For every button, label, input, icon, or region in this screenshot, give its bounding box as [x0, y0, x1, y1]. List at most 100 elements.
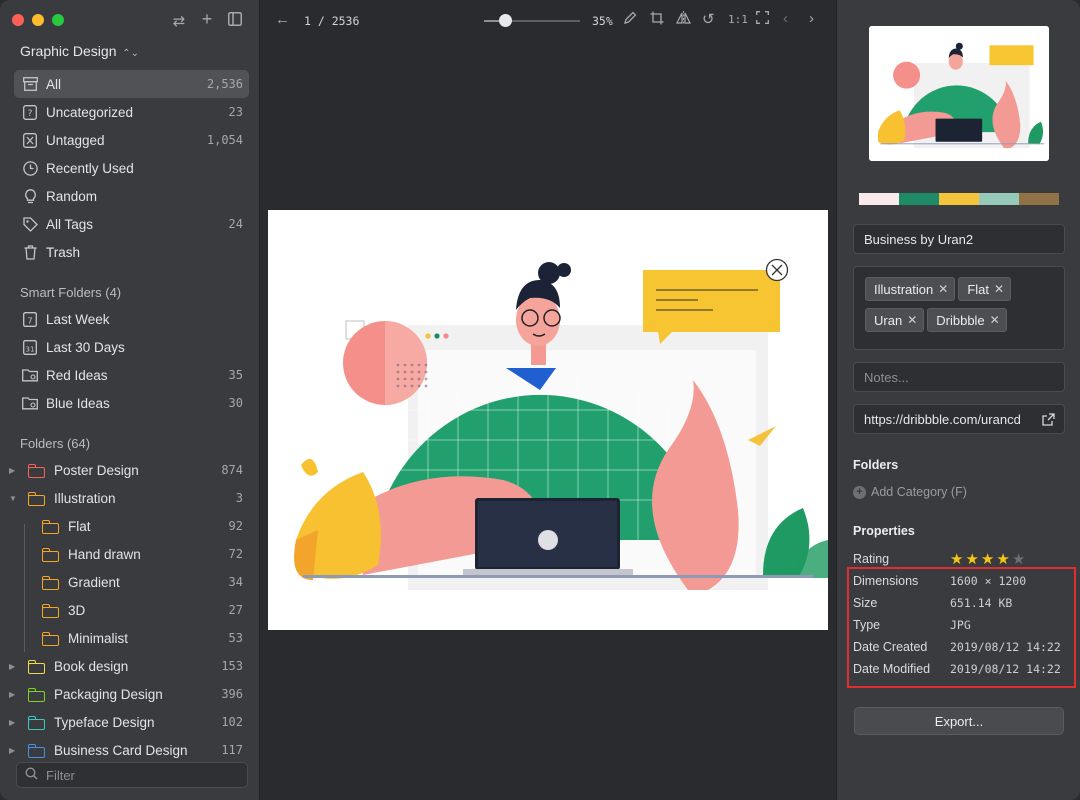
library-name: Graphic Design — [20, 43, 117, 59]
title-value: Business by Uran2 — [864, 231, 974, 247]
library-item-label: Untagged — [46, 132, 105, 148]
tag-chip[interactable]: Dribbble ✕ — [927, 308, 1007, 332]
close-icon[interactable]: ✕ — [907, 313, 917, 327]
export-label: Export... — [934, 713, 984, 729]
illustration-business — [294, 258, 828, 590]
notes-field[interactable]: Notes... — [853, 362, 1065, 392]
flip-icon[interactable] — [676, 11, 691, 28]
palette-swatch[interactable] — [939, 193, 979, 205]
palette-swatch[interactable] — [1019, 193, 1059, 205]
minimize-window-button[interactable] — [32, 14, 44, 26]
actual-size-button[interactable]: 1:1 — [728, 13, 748, 26]
chevron-right-icon[interactable]: ▶ — [9, 718, 15, 727]
close-icon[interactable]: ✕ — [994, 282, 1004, 296]
smart-item-blue-ideas[interactable]: Blue Ideas 30 — [14, 389, 249, 417]
close-window-button[interactable] — [12, 14, 24, 26]
rating-stars[interactable]: ★ ★ ★ ★ ★ — [950, 550, 1025, 568]
smart-folders-header[interactable]: Smart Folders (4) — [20, 285, 121, 300]
folder-item-count: 27 — [228, 603, 243, 617]
folder-item-3d[interactable]: 3D 27 — [16, 596, 249, 624]
filter-input[interactable]: Filter — [16, 762, 248, 788]
zoom-level[interactable]: 35% — [592, 14, 613, 28]
image-preview[interactable] — [268, 210, 828, 630]
library-switcher[interactable]: Graphic Design ⌃⌄ — [20, 43, 139, 59]
folder-item-count: 102 — [221, 715, 243, 729]
next-image-icon[interactable]: › — [809, 10, 814, 27]
folder-item-book-design[interactable]: ▶ Book design 153 — [9, 652, 249, 680]
library-item-untagged[interactable]: Untagged 1,054 — [14, 126, 249, 154]
star-icon[interactable]: ★ — [981, 550, 994, 568]
fullscreen-icon[interactable] — [756, 11, 769, 27]
star-icon[interactable]: ★ — [965, 550, 978, 568]
color-palette — [859, 193, 1059, 205]
folder-icon — [28, 491, 46, 506]
url-field[interactable]: https://dribbble.com/urancd — [853, 404, 1065, 434]
library-item-uncategorized[interactable]: ? Uncategorized 23 — [14, 98, 249, 126]
zoom-slider[interactable] — [484, 14, 580, 27]
folders-header[interactable]: Folders (64) — [20, 436, 90, 451]
library-item-trash[interactable]: Trash — [14, 238, 249, 266]
library-item-count: 2,536 — [206, 77, 243, 91]
smart-item-last-30-days[interactable]: 31 Last 30 Days — [14, 333, 249, 361]
chevron-updown-icon: ⌃⌄ — [119, 48, 140, 59]
untagged-icon — [22, 132, 38, 148]
library-nav: All 2,536? Uncategorized 23 Untagged 1,054 Rec… — [14, 70, 249, 266]
rotate-icon[interactable]: ↺ — [702, 10, 715, 28]
pencil-icon[interactable] — [623, 11, 637, 28]
smart-folder-icon — [22, 395, 38, 411]
export-button[interactable]: Export... — [854, 707, 1064, 735]
library-item-all-tags[interactable]: All Tags 24 — [14, 210, 249, 238]
tag-chip[interactable]: Uran ✕ — [865, 308, 925, 332]
chevron-right-icon[interactable]: ▶ — [9, 690, 15, 699]
library-item-recently-used[interactable]: Recently Used — [14, 154, 249, 182]
previous-image-icon[interactable]: ‹ — [783, 10, 788, 27]
folder-item-minimalist[interactable]: Minimalist 53 — [16, 624, 249, 652]
close-icon[interactable]: ✕ — [938, 282, 948, 296]
folder-item-typeface-design[interactable]: ▶ Typeface Design 102 — [9, 708, 249, 736]
chevron-right-icon[interactable]: ▶ — [9, 662, 15, 671]
chevron-right-icon[interactable]: ▶ — [9, 466, 15, 475]
folder-item-gradient[interactable]: Gradient 34 — [16, 568, 249, 596]
zoom-window-button[interactable] — [52, 14, 64, 26]
close-icon[interactable]: ✕ — [990, 313, 1000, 327]
add-icon[interactable]: + — [199, 10, 215, 30]
folder-item-label: 3D — [68, 602, 86, 618]
smart-item-last-week[interactable]: 7 Last Week — [14, 305, 249, 333]
add-category-button[interactable]: + Add Category (F) — [853, 485, 967, 499]
chevron-down-icon[interactable]: ▼ — [9, 494, 17, 503]
library-item-all[interactable]: All 2,536 — [14, 70, 249, 98]
back-arrow-icon[interactable]: ← — [275, 11, 290, 28]
folder-item-business-card-design[interactable]: ▶ Business Card Design 117 — [9, 736, 249, 764]
tag-chip[interactable]: Flat ✕ — [958, 277, 1012, 301]
crop-icon[interactable] — [650, 11, 664, 28]
folder-item-label: Book design — [54, 658, 129, 674]
smart-item-red-ideas[interactable]: Red Ideas 35 — [14, 361, 249, 389]
tag-chip[interactable]: Illustration ✕ — [865, 277, 956, 301]
folder-item-count: 34 — [228, 575, 243, 589]
folder-item-hand-drawn[interactable]: Hand drawn 72 — [16, 540, 249, 568]
palette-swatch[interactable] — [899, 193, 939, 205]
chevron-right-icon[interactable]: ▶ — [9, 746, 15, 755]
star-icon[interactable]: ★ — [1012, 550, 1025, 568]
palette-swatch[interactable] — [979, 193, 1019, 205]
folder-icon — [28, 687, 46, 702]
star-icon[interactable]: ★ — [996, 550, 1009, 568]
tags-field[interactable]: Illustration ✕ Flat ✕ Uran ✕ Dribbble ✕ — [853, 266, 1065, 350]
palette-swatch[interactable] — [859, 193, 899, 205]
folder-item-illustration[interactable]: ▼ Illustration 3 — [9, 484, 249, 512]
star-icon[interactable]: ★ — [950, 550, 963, 568]
folder-item-flat[interactable]: Flat 92 — [16, 512, 249, 540]
tag-label: Uran — [874, 312, 903, 328]
library-item-random[interactable]: Random — [14, 182, 249, 210]
sidebar-toggle-icon[interactable] — [227, 12, 243, 30]
folder-item-label: Packaging Design — [54, 686, 163, 702]
swap-icon[interactable]: ⇄ — [171, 12, 187, 30]
folder-item-packaging-design[interactable]: ▶ Packaging Design 396 — [9, 680, 249, 708]
external-link-icon[interactable] — [1042, 413, 1055, 429]
folder-item-poster-design[interactable]: ▶ Poster Design 874 — [9, 456, 249, 484]
window-controls — [12, 14, 64, 26]
folder-item-count: 874 — [221, 463, 243, 477]
folder-item-count: 117 — [221, 743, 243, 757]
title-field[interactable]: Business by Uran2 — [853, 224, 1065, 254]
zoom-slider-knob[interactable] — [499, 14, 512, 27]
